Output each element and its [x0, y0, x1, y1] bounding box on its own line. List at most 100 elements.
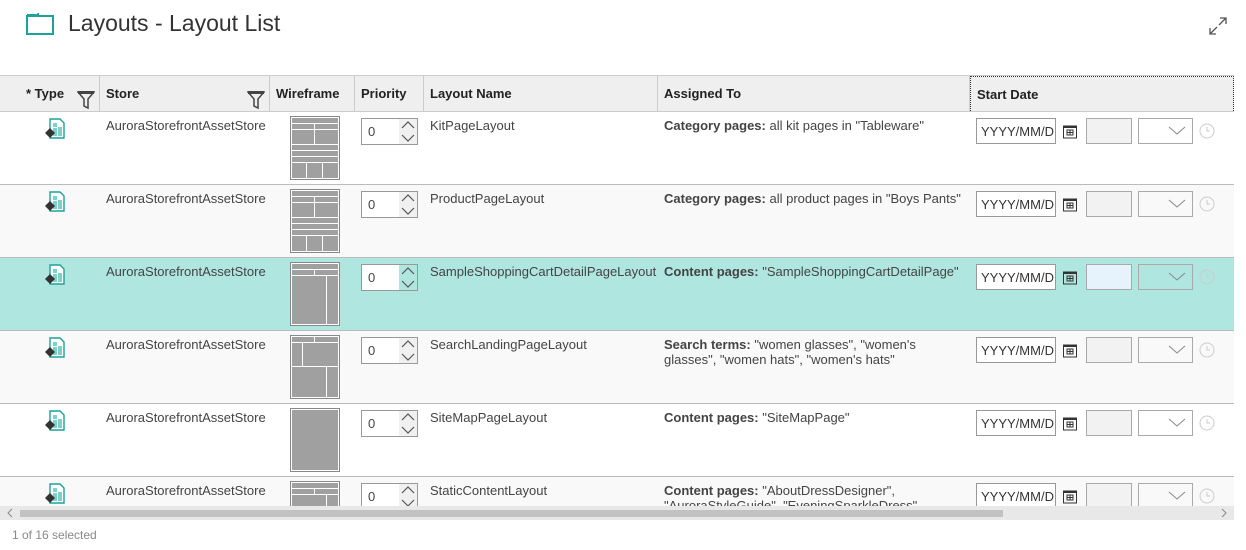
table-row[interactable]: AuroraStorefrontAssetStore 0 SiteMapPage…: [0, 404, 1234, 477]
calendar-icon[interactable]: [1062, 488, 1078, 504]
start-date-input[interactable]: YYYY/MM/DD: [976, 410, 1056, 436]
assigned-to-cell: Search terms: "women glasses", "women's …: [658, 331, 970, 403]
calendar-icon[interactable]: [1062, 123, 1078, 139]
start-time-input[interactable]: [1086, 410, 1132, 436]
start-time-input[interactable]: [1086, 118, 1132, 144]
store-cell: AuroraStorefrontAssetStore: [106, 118, 266, 133]
time-period-dropdown[interactable]: [1138, 410, 1193, 436]
calendar-icon[interactable]: [1062, 269, 1078, 285]
assignment-type: Content pages:: [664, 483, 759, 498]
layout-name[interactable]: KitPageLayout: [424, 112, 658, 184]
stepper-arrows-icon[interactable]: [399, 192, 417, 217]
start-date-input[interactable]: YYYY/MM/DD: [976, 191, 1056, 217]
stepper-arrows-icon[interactable]: [399, 119, 417, 144]
column-header[interactable]: Wireframe: [270, 76, 355, 111]
layout-name[interactable]: SiteMapPageLayout: [424, 404, 658, 476]
column-header[interactable]: Store: [100, 76, 270, 111]
page-header: Layouts - Layout List: [26, 10, 280, 37]
start-time-input[interactable]: [1086, 483, 1132, 506]
column-header[interactable]: Assigned To: [658, 76, 970, 111]
assignment-type: Content pages:: [664, 410, 759, 425]
calendar-icon[interactable]: [1062, 415, 1078, 431]
cell: 0: [355, 258, 424, 330]
cell: [270, 258, 355, 330]
assigned-to-cell: Content pages: "AboutDressDesigner", "Au…: [658, 477, 970, 506]
cell: [0, 112, 100, 184]
priority-stepper[interactable]: 0: [361, 191, 418, 218]
stepper-arrows-icon[interactable]: [399, 411, 417, 436]
priority-stepper[interactable]: 0: [361, 410, 418, 437]
assigned-to-cell: Content pages: "SiteMapPage": [658, 404, 970, 476]
time-period-dropdown[interactable]: [1138, 337, 1193, 363]
horizontal-scrollbar[interactable]: [0, 506, 1234, 520]
table-row[interactable]: AuroraStorefrontAssetStore 0 SearchLandi…: [0, 331, 1234, 404]
cell: YYYY/MM/DD: [970, 404, 1234, 476]
column-header-label: Wireframe: [276, 86, 340, 101]
stepper-arrows-icon[interactable]: [399, 484, 417, 506]
scroll-left-icon[interactable]: [6, 508, 14, 518]
time-period-dropdown[interactable]: [1138, 264, 1193, 290]
layout-type-icon: [45, 264, 65, 285]
priority-stepper[interactable]: 0: [361, 337, 418, 364]
priority-stepper[interactable]: 0: [361, 118, 418, 145]
column-header[interactable]: * Type: [0, 76, 100, 111]
scroll-thumb[interactable]: [20, 510, 1003, 517]
cell: [0, 404, 100, 476]
start-date-input[interactable]: YYYY/MM/DD: [976, 337, 1056, 363]
cell: YYYY/MM/DD: [970, 258, 1234, 330]
cell: [270, 477, 355, 506]
cell: YYYY/MM/DD: [970, 331, 1234, 403]
assignment-type: Content pages:: [664, 264, 759, 279]
time-period-dropdown[interactable]: [1138, 118, 1193, 144]
time-period-dropdown[interactable]: [1138, 191, 1193, 217]
wireframe-thumbnail: [290, 189, 340, 253]
layout-type-icon: [45, 118, 65, 139]
table-row[interactable]: AuroraStorefrontAssetStore 0 KitPageLayo…: [0, 112, 1234, 185]
start-time-input[interactable]: [1086, 337, 1132, 363]
vertical-scrollbar[interactable]: [1234, 75, 1246, 506]
column-header[interactable]: Start Date: [970, 76, 1234, 111]
priority-value: 0: [368, 416, 376, 431]
clock-icon[interactable]: [1199, 123, 1215, 139]
assigned-to-cell: Content pages: "SampleShoppingCartDetail…: [658, 258, 970, 330]
cell: YYYY/MM/DD: [970, 185, 1234, 257]
table-row[interactable]: AuroraStorefrontAssetStore 0 ProductPage…: [0, 185, 1234, 258]
clock-icon[interactable]: [1199, 415, 1215, 431]
layout-name[interactable]: SampleShoppingCartDetailPageLayout: [424, 258, 658, 330]
stepper-arrows-icon[interactable]: [399, 265, 417, 290]
assignment-value: "SampleShoppingCartDetailPage": [758, 264, 959, 279]
calendar-icon[interactable]: [1062, 342, 1078, 358]
scroll-right-icon[interactable]: [1220, 508, 1228, 518]
start-time-input[interactable]: [1086, 264, 1132, 290]
start-date-input[interactable]: YYYY/MM/DD: [976, 264, 1056, 290]
clock-icon[interactable]: [1199, 342, 1215, 358]
calendar-icon[interactable]: [1062, 196, 1078, 212]
column-header[interactable]: Layout Name: [424, 76, 658, 111]
expand-icon[interactable]: [1208, 16, 1228, 36]
priority-stepper[interactable]: 0: [361, 483, 418, 506]
layout-name[interactable]: SearchLandingPageLayout: [424, 331, 658, 403]
filter-icon[interactable]: [77, 90, 95, 110]
cell: 0: [355, 185, 424, 257]
column-header[interactable]: Priority: [355, 76, 424, 111]
layout-name[interactable]: ProductPageLayout: [424, 185, 658, 257]
wireframe-thumbnail: [290, 116, 340, 180]
start-time-input[interactable]: [1086, 191, 1132, 217]
chevron-down-icon: [1168, 126, 1186, 135]
cell: YYYY/MM/DD: [970, 112, 1234, 184]
table-row[interactable]: AuroraStorefrontAssetStore 0 SampleShopp…: [0, 258, 1234, 331]
priority-value: 0: [368, 270, 376, 285]
clock-icon[interactable]: [1199, 196, 1215, 212]
priority-stepper[interactable]: 0: [361, 264, 418, 291]
wireframe-thumbnail: [290, 262, 340, 326]
chevron-down-icon: [1168, 418, 1186, 427]
filter-icon[interactable]: [247, 90, 265, 110]
start-date-input[interactable]: YYYY/MM/DD: [976, 483, 1056, 506]
time-period-dropdown[interactable]: [1138, 483, 1193, 506]
start-date-input[interactable]: YYYY/MM/DD: [976, 118, 1056, 144]
table-row[interactable]: AuroraStorefrontAssetStore 0 StaticConte…: [0, 477, 1234, 506]
stepper-arrows-icon[interactable]: [399, 338, 417, 363]
clock-icon[interactable]: [1199, 269, 1215, 285]
layout-name[interactable]: StaticContentLayout: [424, 477, 658, 506]
clock-icon[interactable]: [1199, 488, 1215, 504]
